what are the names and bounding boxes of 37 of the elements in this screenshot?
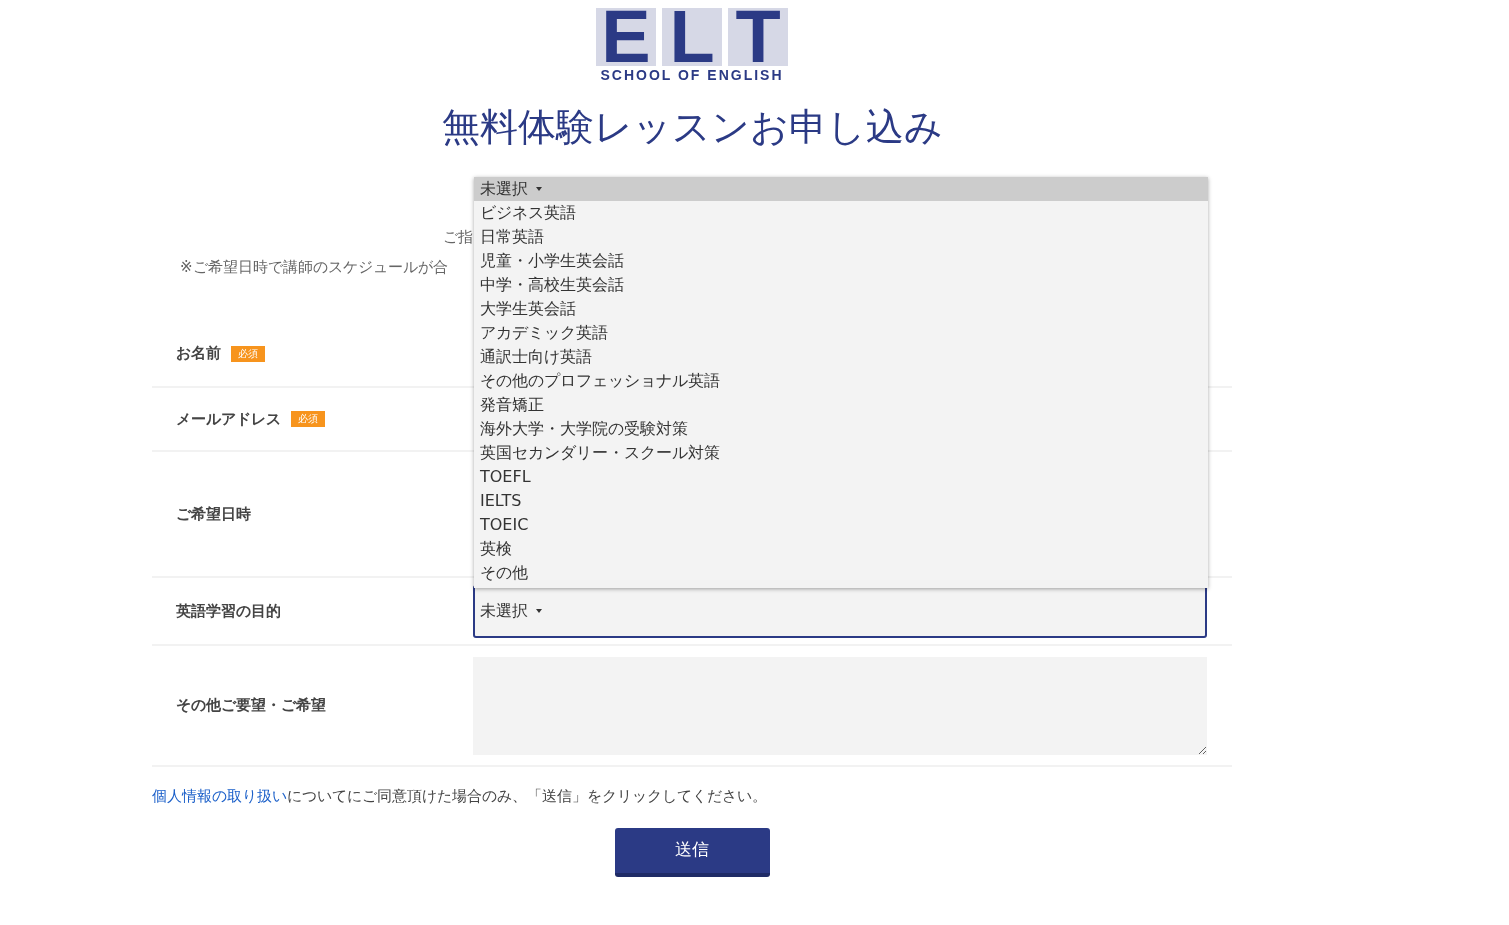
dropdown-option[interactable]: アカデミック英語 xyxy=(474,321,1208,345)
field-label: お名前 xyxy=(176,343,221,365)
logo-tagline: SCHOOL OF ENGLISH xyxy=(600,67,784,83)
consent-text: 個人情報の取り扱いについてにご同意頂けた場合のみ、「送信」をクリックしてください。 xyxy=(152,786,768,807)
caret-icon xyxy=(536,187,542,191)
page-title: 無料体験レッスンお申し込み xyxy=(441,104,943,151)
dropdown-option[interactable]: 海外大学・大学院の受験対策 xyxy=(474,417,1208,441)
note-text: ご指 xyxy=(443,228,473,246)
dropdown-option[interactable]: 中学・高校生英会話 xyxy=(474,273,1208,297)
dropdown-option[interactable]: 日常英語 xyxy=(474,225,1208,249)
dropdown-option[interactable]: 大学生英会話 xyxy=(474,297,1208,321)
required-badge: 必須 xyxy=(231,345,265,362)
field-label: 英語学習の目的 xyxy=(176,600,281,622)
field-label: メールアドレス xyxy=(176,408,281,430)
logo-letter: E xyxy=(596,8,656,66)
dropdown-option[interactable]: IELTS xyxy=(474,489,1208,513)
dropdown-option[interactable]: 児童・小学生英会話 xyxy=(474,249,1208,273)
submit-button[interactable]: 送信 xyxy=(614,827,770,877)
privacy-link[interactable]: 個人情報の取り扱い xyxy=(152,787,287,805)
dropdown-option[interactable]: 英検 xyxy=(474,537,1208,561)
note-text: ※ご希望日時で講師のスケジュールが合 xyxy=(180,258,448,276)
field-label: その他ご要望・ご希望 xyxy=(176,695,326,717)
dropdown-option[interactable]: 通訳士向け英語 xyxy=(474,345,1208,369)
logo-letter: L xyxy=(662,8,722,66)
dropdown-option[interactable]: 英国セカンダリー・スクール対策 xyxy=(474,441,1208,465)
dropdown-option[interactable]: その他のプロフェッショナル英語 xyxy=(474,369,1208,393)
field-label: ご希望日時 xyxy=(176,503,251,525)
required-badge: 必須 xyxy=(291,411,325,427)
message-field[interactable] xyxy=(473,656,1207,755)
caret-icon xyxy=(536,609,542,613)
dropdown-option[interactable]: その他 xyxy=(474,561,1208,585)
dropdown-option[interactable]: ビジネス英語 xyxy=(474,201,1208,225)
logo-letter: T xyxy=(728,8,788,66)
dropdown-option[interactable]: 未選択 xyxy=(474,177,1208,201)
dropdown-option[interactable]: 発音矯正 xyxy=(474,393,1208,417)
dropdown-option[interactable]: TOEFL xyxy=(474,465,1208,489)
dropdown-option[interactable]: TOEIC xyxy=(474,513,1208,537)
